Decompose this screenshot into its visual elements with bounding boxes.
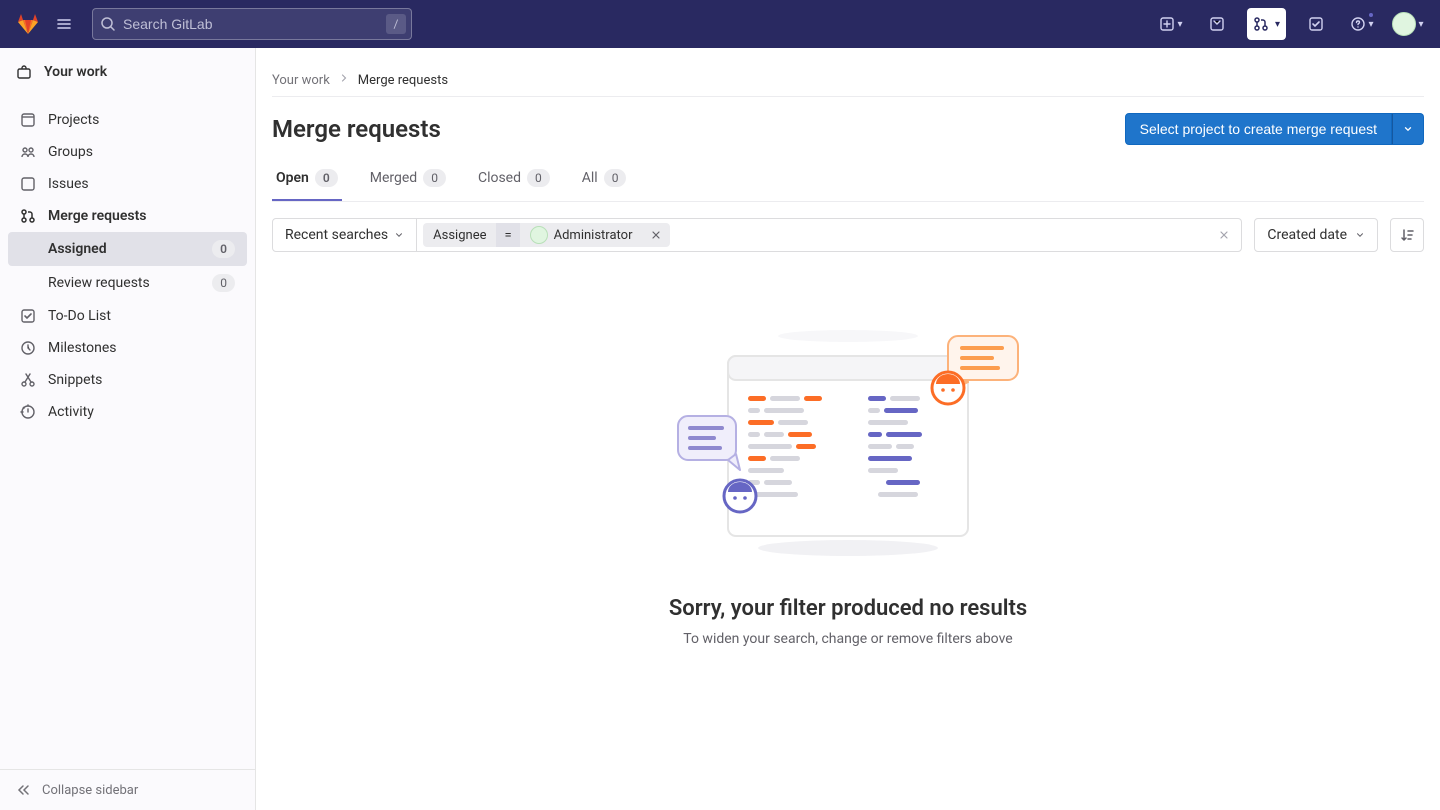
search-kbd-hint: /	[386, 14, 406, 34]
sidebar-nav: Projects Groups Issues Merge requests As…	[0, 96, 255, 769]
filter-clear-button[interactable]	[1207, 219, 1241, 251]
hamburger-menu-icon[interactable]	[48, 8, 80, 40]
tab-label: Open	[276, 170, 309, 186]
sidebar-item-groups[interactable]: Groups	[8, 136, 247, 168]
main-content: Your work Merge requests Merge requests …	[256, 48, 1440, 810]
sort-label: Created date	[1267, 227, 1347, 243]
recent-searches-label: Recent searches	[285, 227, 388, 243]
filter-chip-assignee: Assignee = Administrator	[423, 223, 670, 247]
breadcrumb-parent[interactable]: Your work	[272, 73, 330, 88]
tab-closed[interactable]: Closed 0	[474, 157, 554, 201]
sidebar-subitem-label: Review requests	[48, 275, 150, 291]
help-icon[interactable]: ▾	[1346, 8, 1378, 40]
collapse-sidebar-label: Collapse sidebar	[42, 783, 138, 798]
count-badge: 0	[315, 169, 338, 187]
tabs: Open 0 Merged 0 Closed 0 All 0	[272, 157, 1424, 202]
filter-chip-operator[interactable]: =	[496, 223, 519, 247]
chevron-right-icon	[338, 72, 350, 88]
filter-chip-remove[interactable]	[642, 223, 670, 247]
count-badge: 0	[212, 274, 235, 292]
filter-chip-value-label: Administrator	[554, 228, 633, 243]
search-icon	[100, 16, 116, 32]
user-menu[interactable]: ▾	[1392, 8, 1424, 40]
empty-state-subtitle: To widen your search, change or remove f…	[272, 631, 1424, 647]
create-new-button[interactable]: ▾	[1155, 8, 1187, 40]
sort-dropdown[interactable]: Created date	[1254, 218, 1378, 252]
filter-chip-key[interactable]: Assignee	[423, 223, 496, 247]
sidebar-item-label: Snippets	[48, 372, 102, 388]
sidebar-item-label: Activity	[48, 404, 94, 420]
global-search: /	[92, 8, 412, 40]
sidebar-subitem-assigned[interactable]: Assigned 0	[8, 232, 247, 266]
tab-all[interactable]: All 0	[578, 157, 631, 201]
sidebar-item-label: Projects	[48, 112, 99, 128]
empty-state-title: Sorry, your filter produced no results	[272, 596, 1424, 621]
filter-chip-value[interactable]: Administrator	[520, 223, 643, 247]
sidebar-item-merge-requests[interactable]: Merge requests	[8, 200, 247, 232]
sidebar-header[interactable]: Your work	[0, 48, 255, 96]
breadcrumb: Your work Merge requests	[272, 64, 1424, 97]
sidebar-item-activity[interactable]: Activity	[8, 396, 247, 428]
filter-row: Recent searches Assignee = Administrator	[272, 218, 1424, 252]
page-title: Merge requests	[272, 115, 441, 143]
tab-label: Merged	[370, 170, 417, 186]
navbar-right: ▾ ▾ ▾ ▾	[1155, 8, 1424, 40]
sidebar-item-label: To-Do List	[48, 308, 111, 324]
sidebar-item-issues[interactable]: Issues	[8, 168, 247, 200]
count-badge: 0	[604, 169, 627, 187]
sidebar-item-label: Groups	[48, 144, 93, 160]
gitlab-logo[interactable]	[16, 12, 40, 36]
collapse-sidebar-button[interactable]: Collapse sidebar	[0, 769, 255, 810]
help-notification-dot	[1368, 12, 1374, 18]
count-badge: 0	[423, 169, 446, 187]
sidebar-item-label: Milestones	[48, 340, 117, 356]
search-input[interactable]	[92, 8, 412, 40]
top-navbar: / ▾ ▾ ▾ ▾	[0, 0, 1440, 48]
primary-action-group: Select project to create merge request	[1125, 113, 1424, 145]
assignee-avatar	[530, 226, 548, 244]
create-merge-request-button[interactable]: Select project to create merge request	[1125, 113, 1392, 145]
count-badge: 0	[212, 240, 235, 258]
tab-label: Closed	[478, 170, 521, 186]
create-merge-request-dropdown[interactable]	[1392, 113, 1424, 145]
sidebar-subitem-review-requests[interactable]: Review requests 0	[8, 266, 247, 300]
tab-merged[interactable]: Merged 0	[366, 157, 450, 201]
sidebar-item-milestones[interactable]: Milestones	[8, 332, 247, 364]
sort-direction-button[interactable]	[1390, 218, 1424, 252]
breadcrumb-current: Merge requests	[358, 73, 448, 88]
filter-input[interactable]	[670, 219, 1207, 251]
todos-icon[interactable]	[1300, 8, 1332, 40]
sidebar-subitem-label: Assigned	[48, 241, 107, 257]
tab-label: All	[582, 170, 598, 186]
merge-requests-nav-button[interactable]: ▾	[1247, 8, 1286, 40]
filter-bar: Recent searches Assignee = Administrator	[272, 218, 1242, 252]
empty-state: Sorry, your filter produced no results T…	[272, 276, 1424, 687]
sidebar-item-label: Issues	[48, 176, 89, 192]
count-badge: 0	[527, 169, 550, 187]
sidebar-item-todo-list[interactable]: To-Do List	[8, 300, 247, 332]
tab-open[interactable]: Open 0	[272, 157, 342, 201]
sidebar: Your work Projects Groups Issues Merge r…	[0, 48, 256, 810]
empty-state-illustration	[648, 316, 1048, 576]
sidebar-header-label: Your work	[44, 64, 107, 80]
user-avatar	[1392, 12, 1416, 36]
issues-icon[interactable]	[1201, 8, 1233, 40]
recent-searches-dropdown[interactable]: Recent searches	[273, 219, 417, 251]
sidebar-item-label: Merge requests	[48, 208, 146, 224]
sidebar-item-snippets[interactable]: Snippets	[8, 364, 247, 396]
sidebar-item-projects[interactable]: Projects	[8, 104, 247, 136]
